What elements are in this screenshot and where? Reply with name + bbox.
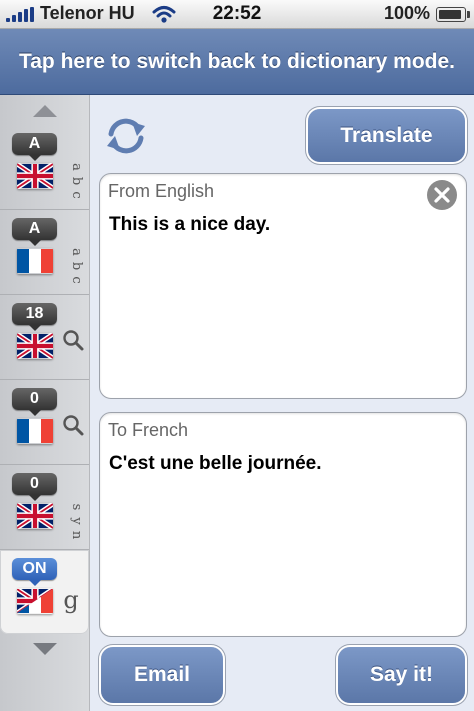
svg-text:g: g <box>63 586 78 614</box>
svg-text:a: a <box>69 248 84 256</box>
svg-text:a: a <box>69 163 84 171</box>
status-badge: ON <box>12 558 57 586</box>
count-badge: 0 <box>12 388 57 416</box>
sidebar-item-google-translate[interactable]: ON g <box>0 550 89 634</box>
scroll-up-arrow-icon[interactable] <box>33 105 57 117</box>
syn-icon: s y n <box>69 504 84 540</box>
uk-flag-icon <box>17 163 53 189</box>
uk-flag-icon <box>17 503 53 529</box>
abc-icon: a b c <box>69 163 84 199</box>
uk-france-flag-icon <box>17 588 53 614</box>
battery-percentage: 100% <box>383 3 430 23</box>
source-language-label: From English <box>108 181 215 201</box>
sidebar-item-english-dictionary[interactable]: A a b c <box>0 125 89 210</box>
svg-text:y: y <box>69 516 84 525</box>
magnifier-icon <box>63 415 84 436</box>
sidebar-item-english-synonyms[interactable]: 0 s y n <box>0 465 89 550</box>
count-badge: A <box>12 133 57 161</box>
clear-text-icon[interactable] <box>426 179 458 211</box>
google-g-icon: g <box>63 586 78 614</box>
dictionary-sidebar: A a b c A a b c 18 0 0 s y n ON g <box>0 95 90 711</box>
email-button[interactable]: Email <box>101 647 223 703</box>
magnifier-icon <box>63 330 84 351</box>
translate-button[interactable]: Translate <box>308 109 465 162</box>
uk-flag-icon <box>17 333 53 359</box>
sidebar-item-english-search[interactable]: 18 <box>0 295 89 380</box>
source-text-panel[interactable]: From English This is a nice day. <box>99 173 467 399</box>
scroll-down-arrow-icon[interactable] <box>33 643 57 655</box>
translation-text-panel: To French C'est une belle journée. <box>99 412 467 637</box>
france-flag-icon <box>17 418 53 444</box>
refresh-icon[interactable] <box>104 114 148 158</box>
say-it-button[interactable]: Say it! <box>338 647 465 703</box>
svg-text:b: b <box>69 177 84 185</box>
source-text[interactable]: This is a nice day. <box>109 214 426 236</box>
app-screen: Telenor HU 22:52 100% Tap here to switch… <box>0 0 474 711</box>
sidebar-item-french-search[interactable]: 0 <box>0 380 89 465</box>
france-flag-icon <box>17 248 53 274</box>
count-badge: 0 <box>12 473 57 501</box>
svg-text:c: c <box>69 191 84 198</box>
svg-text:n: n <box>69 531 84 540</box>
translated-text: C'est une belle journée. <box>109 453 322 474</box>
abc-icon: a b c <box>69 248 84 284</box>
battery-icon <box>436 7 470 22</box>
count-badge: 18 <box>12 303 57 331</box>
svg-text:c: c <box>69 276 84 283</box>
switch-mode-banner[interactable]: Tap here to switch back to dictionary mo… <box>0 29 474 95</box>
svg-text:b: b <box>69 262 84 270</box>
target-language-label: To French <box>108 420 189 440</box>
count-badge: A <box>12 218 57 246</box>
svg-text:s: s <box>69 504 84 511</box>
sidebar-item-french-dictionary[interactable]: A a b c <box>0 210 89 295</box>
status-bar: Telenor HU 22:52 100% <box>0 0 474 29</box>
